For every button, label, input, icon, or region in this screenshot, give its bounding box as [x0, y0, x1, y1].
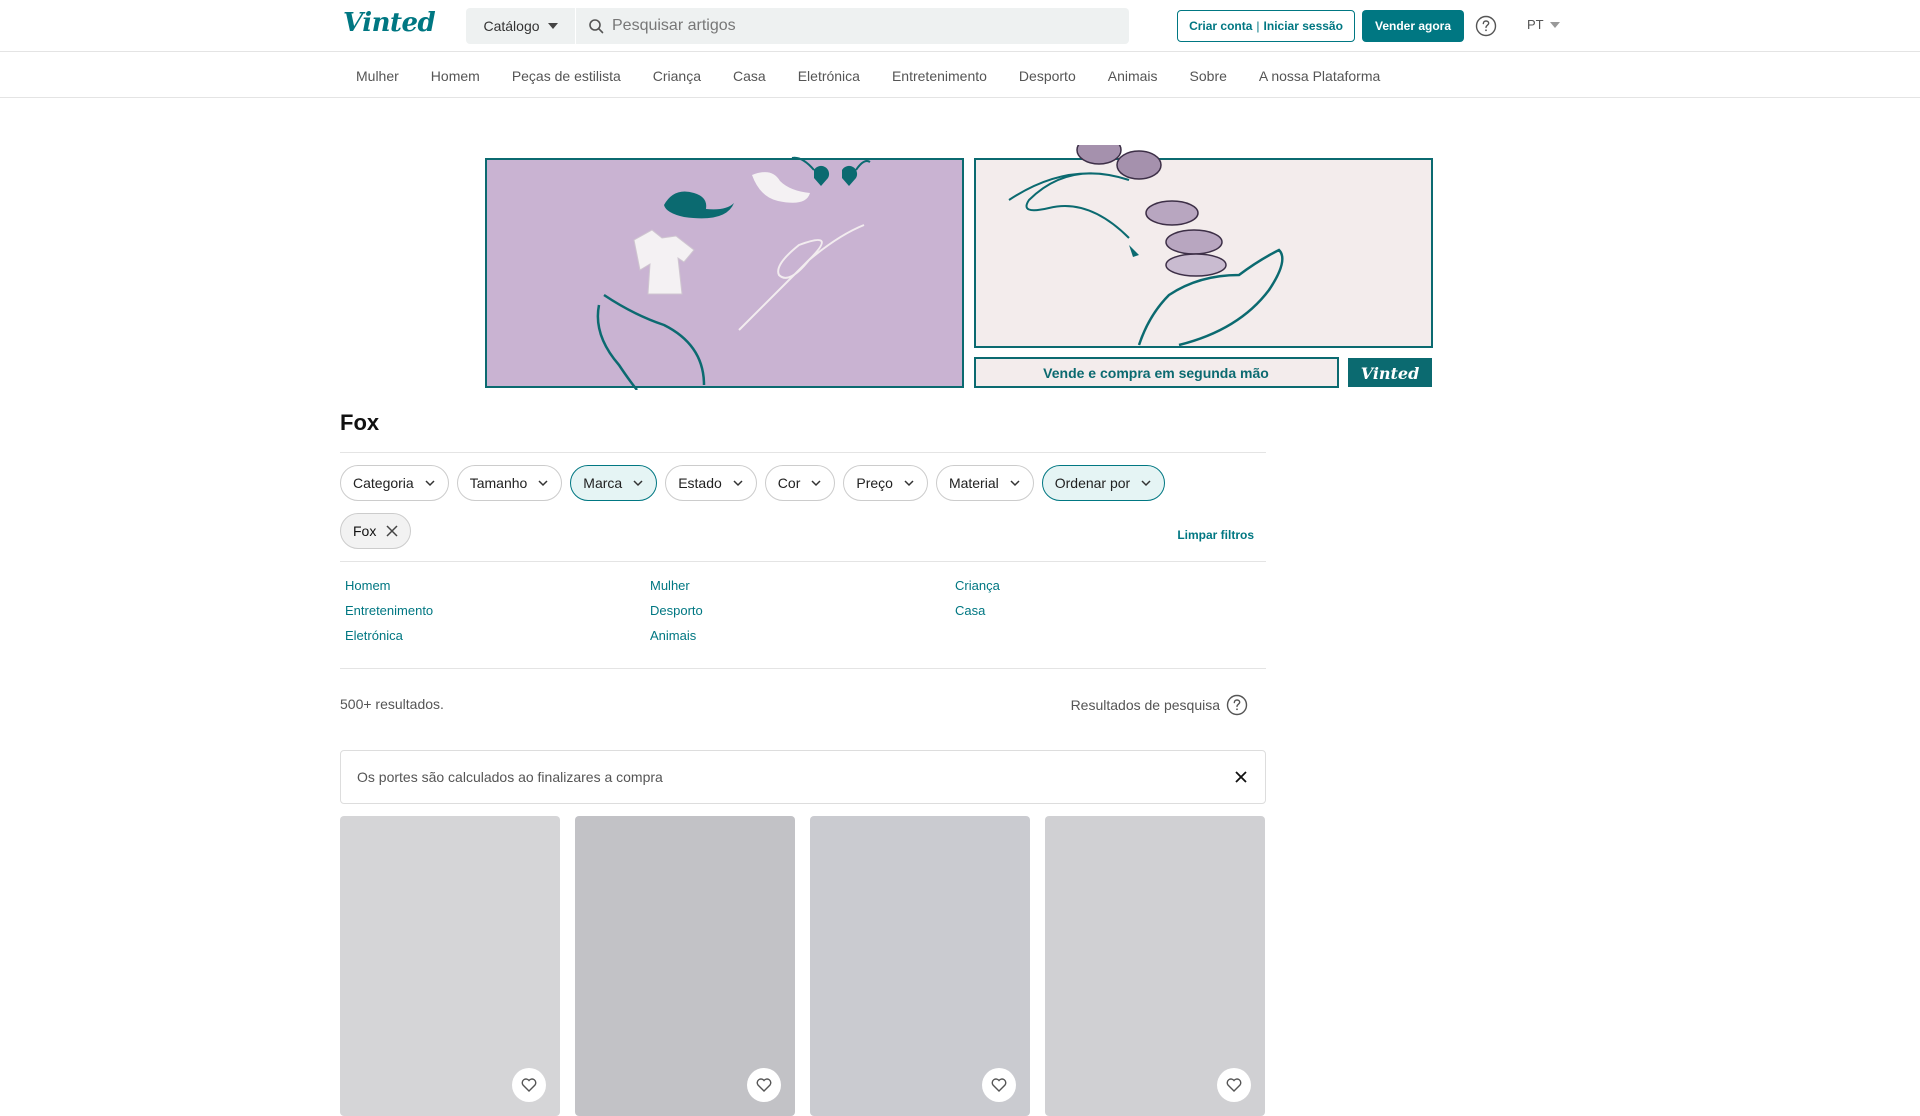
- product-grid: [340, 816, 1265, 1116]
- close-icon[interactable]: [1233, 769, 1249, 785]
- filter-categoria[interactable]: Categoria: [340, 465, 449, 501]
- nav-item-entretenimento[interactable]: Entretenimento: [876, 68, 1003, 84]
- filter-bar: Categoria Tamanho Marca Estado Cor Preço…: [340, 465, 1166, 501]
- category-link-homem[interactable]: Homem: [345, 578, 650, 595]
- results-count: 500+ resultados.: [340, 696, 444, 712]
- favorite-button[interactable]: [747, 1068, 781, 1102]
- heart-icon: [756, 1078, 772, 1092]
- page-title: Fox: [340, 410, 380, 435]
- promo-banner[interactable]: Vende e compra em segunda mão Vinted: [484, 145, 1434, 390]
- filter-label: Estado: [678, 475, 722, 491]
- search-results-info[interactable]: Resultados de pesquisa: [1071, 694, 1248, 716]
- clear-filters-link[interactable]: Limpar filtros: [1177, 528, 1254, 542]
- nav-item-plataforma[interactable]: A nossa Plataforma: [1243, 68, 1396, 84]
- heart-icon: [1226, 1078, 1242, 1092]
- filter-cor[interactable]: Cor: [764, 465, 836, 501]
- help-icon[interactable]: [1226, 694, 1248, 716]
- search-field: [576, 8, 1129, 44]
- signup-link[interactable]: Criar conta: [1189, 19, 1252, 33]
- caret-down-icon: [1549, 21, 1560, 28]
- filter-label: Categoria: [353, 475, 414, 491]
- help-icon[interactable]: [1475, 15, 1497, 37]
- filter-label: Marca: [583, 475, 623, 491]
- product-card[interactable]: [1045, 816, 1265, 1116]
- sell-now-button[interactable]: Vender agora: [1362, 10, 1464, 42]
- vinted-logo[interactable]: Vinted: [343, 8, 436, 38]
- filter-estado[interactable]: Estado: [665, 465, 757, 501]
- shipping-notice: Os portes são calculados ao finalizares …: [340, 750, 1266, 804]
- filter-preco[interactable]: Preço: [843, 465, 928, 501]
- nav-item-desporto[interactable]: Desporto: [1003, 68, 1092, 84]
- nav-item-eletronica[interactable]: Eletrónica: [782, 68, 876, 84]
- nav-item-casa[interactable]: Casa: [717, 68, 782, 84]
- filter-material[interactable]: Material: [935, 465, 1034, 501]
- product-card[interactable]: [575, 816, 795, 1116]
- category-link-entretenimento[interactable]: Entretenimento: [345, 603, 650, 620]
- search-results-label: Resultados de pesquisa: [1070, 697, 1220, 713]
- category-link-eletronica[interactable]: Eletrónica: [345, 628, 650, 645]
- category-links: Homem Mulher Criança Entretenimento Desp…: [345, 578, 1245, 645]
- chevron-down-icon: [733, 480, 743, 487]
- filter-label: Material: [948, 475, 999, 491]
- category-link-crianca[interactable]: Criança: [955, 578, 1245, 595]
- filter-label: Ordenar por: [1054, 475, 1131, 491]
- product-card[interactable]: [810, 816, 1030, 1116]
- favorite-button[interactable]: [1217, 1068, 1251, 1102]
- nav-item-designer[interactable]: Peças de estilista: [496, 68, 637, 84]
- chevron-down-icon: [904, 480, 914, 487]
- notice-text: Os portes são calculados ao finalizares …: [357, 769, 663, 785]
- catalog-dropdown[interactable]: Catálogo: [466, 8, 576, 44]
- heart-icon: [991, 1078, 1007, 1092]
- banner-logo: Vinted: [1361, 364, 1420, 383]
- language-label: PT: [1527, 17, 1544, 32]
- category-link-desporto[interactable]: Desporto: [650, 603, 955, 620]
- filter-label: Tamanho: [469, 475, 528, 491]
- nav-item-homem[interactable]: Homem: [415, 68, 496, 84]
- search-icon: [589, 19, 604, 34]
- favorite-button[interactable]: [512, 1068, 546, 1102]
- chevron-down-icon: [1141, 480, 1151, 487]
- chevron-down-icon: [1010, 480, 1020, 487]
- nav-item-crianca[interactable]: Criança: [637, 68, 717, 84]
- search-bar: Catálogo: [466, 8, 1129, 44]
- divider: [340, 561, 1266, 562]
- nav-item-sobre[interactable]: Sobre: [1174, 68, 1243, 84]
- caret-down-icon: [547, 23, 558, 29]
- close-icon[interactable]: [386, 525, 398, 537]
- sort-by-dropdown[interactable]: Ordenar por: [1041, 465, 1166, 501]
- catalog-label: Catálogo: [483, 18, 540, 34]
- signup-separator: |: [1256, 19, 1260, 33]
- nav-item-mulher[interactable]: Mulher: [340, 68, 415, 84]
- filter-label: Cor: [777, 475, 801, 491]
- filter-tamanho[interactable]: Tamanho: [456, 465, 563, 501]
- banner-tagline: Vende e compra em segunda mão: [1043, 365, 1269, 381]
- language-selector[interactable]: PT: [1527, 17, 1560, 32]
- heart-icon: [521, 1078, 537, 1092]
- category-nav: Mulher Homem Peças de estilista Criança …: [0, 53, 1920, 98]
- category-link-casa[interactable]: Casa: [955, 603, 1245, 620]
- divider: [340, 452, 1266, 453]
- signup-login-button[interactable]: Criar conta | Iniciar sessão: [1177, 10, 1355, 42]
- tag-label: Fox: [353, 523, 377, 539]
- nav-item-animais[interactable]: Animais: [1092, 68, 1174, 84]
- banner-left-panel: [485, 158, 964, 388]
- login-link[interactable]: Iniciar sessão: [1264, 19, 1343, 33]
- chevron-down-icon: [425, 480, 435, 487]
- filter-marca[interactable]: Marca: [570, 465, 658, 501]
- active-filter-tag[interactable]: Fox: [340, 513, 412, 549]
- chevron-down-icon: [538, 480, 548, 487]
- category-link-mulher[interactable]: Mulher: [650, 578, 955, 595]
- search-input[interactable]: [612, 17, 1092, 35]
- category-link-animais[interactable]: Animais: [650, 628, 955, 645]
- product-card[interactable]: [340, 816, 560, 1116]
- top-bar: Vinted Catálogo Criar conta | Iniciar se…: [0, 0, 1920, 52]
- chevron-down-icon: [633, 480, 643, 487]
- chevron-down-icon: [811, 480, 821, 487]
- favorite-button[interactable]: [982, 1068, 1016, 1102]
- divider: [340, 668, 1266, 669]
- filter-label: Preço: [856, 475, 893, 491]
